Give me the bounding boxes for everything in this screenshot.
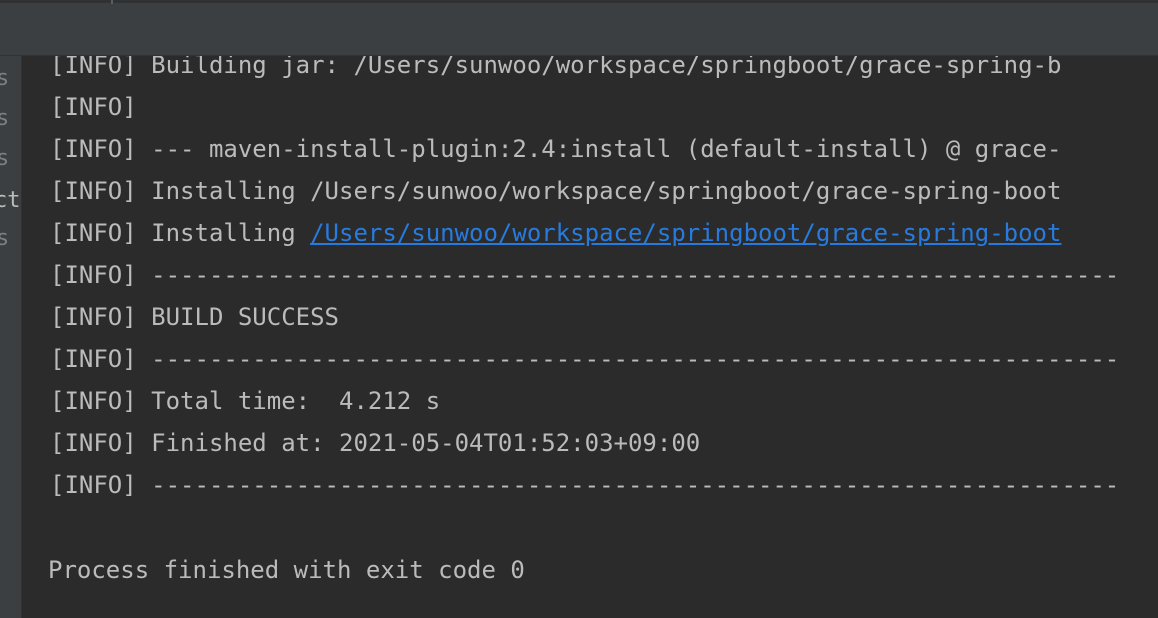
log-text: ----------------------------------------… — [136, 261, 1120, 289]
log-text: Total time: 4.212 s — [136, 387, 441, 415]
log-line: [INFO] Finished at: 2021-05-04T01:52:03+… — [50, 422, 700, 464]
log-line: [INFO] Installing /Users/sunwoo/workspac… — [50, 212, 1061, 254]
log-text: ----------------------------------------… — [136, 345, 1120, 373]
file-path-link[interactable]: /Users/sunwoo/workspace/springboot/grace… — [310, 219, 1061, 247]
log-line: [INFO] --- maven-install-plugin:2.4:inst… — [50, 128, 1061, 170]
log-line: [INFO] BUILD SUCCESS — [50, 296, 339, 338]
log-tag: [INFO] — [50, 261, 137, 289]
log-line: [INFO] ---------------------------------… — [50, 254, 1119, 296]
log-line: [INFO] Installing /Users/sunwoo/workspac… — [50, 170, 1061, 212]
log-tag: [INFO] — [50, 471, 137, 499]
console-output[interactable]: [INFO] Building jar: /Users/sunwoo/works… — [22, 44, 1158, 618]
log-line: [INFO] ---------------------------------… — [50, 338, 1119, 380]
log-text: Installing /Users/sunwoo/workspace/sprin… — [136, 177, 1062, 205]
log-tag: [INFO] — [50, 429, 137, 457]
log-line: [INFO] Total time: 4.212 s — [50, 380, 440, 422]
side-label-1[interactable]: s — [0, 58, 9, 100]
side-label-3[interactable]: s — [0, 138, 9, 180]
log-tag: [INFO] — [50, 177, 137, 205]
log-tag: [INFO] — [50, 345, 137, 373]
side-label-4[interactable]: ct — [0, 180, 21, 222]
toolbar-tab-divider — [111, 0, 113, 4]
log-line: [INFO] ---------------------------------… — [50, 464, 1119, 506]
run-console-window: s s s ct s [INFO] Building jar: /Users/s… — [0, 0, 1158, 618]
toolbar-left-corner — [0, 0, 22, 56]
log-text: ----------------------------------------… — [136, 471, 1120, 499]
log-text: Installing — [136, 219, 311, 247]
side-label-2[interactable]: s — [0, 98, 9, 140]
log-text: --- maven-install-plugin:2.4:install (de… — [136, 135, 1062, 163]
toolbar — [22, 0, 1158, 56]
log-tag: [INFO] — [50, 387, 137, 415]
log-tag: [INFO] — [50, 135, 137, 163]
log-line: [INFO] — [50, 86, 137, 128]
log-text: BUILD SUCCESS — [136, 303, 339, 331]
log-tag: [INFO] — [50, 93, 137, 121]
log-text: Finished at: 2021-05-04T01:52:03+09:00 — [136, 429, 701, 457]
exit-message: Process finished with exit code 0 — [48, 556, 525, 584]
side-label-5[interactable]: s — [0, 218, 9, 260]
log-tag: [INFO] — [50, 303, 137, 331]
tool-window-strip: s s s ct s — [0, 56, 22, 618]
log-tag: [INFO] — [50, 219, 137, 247]
